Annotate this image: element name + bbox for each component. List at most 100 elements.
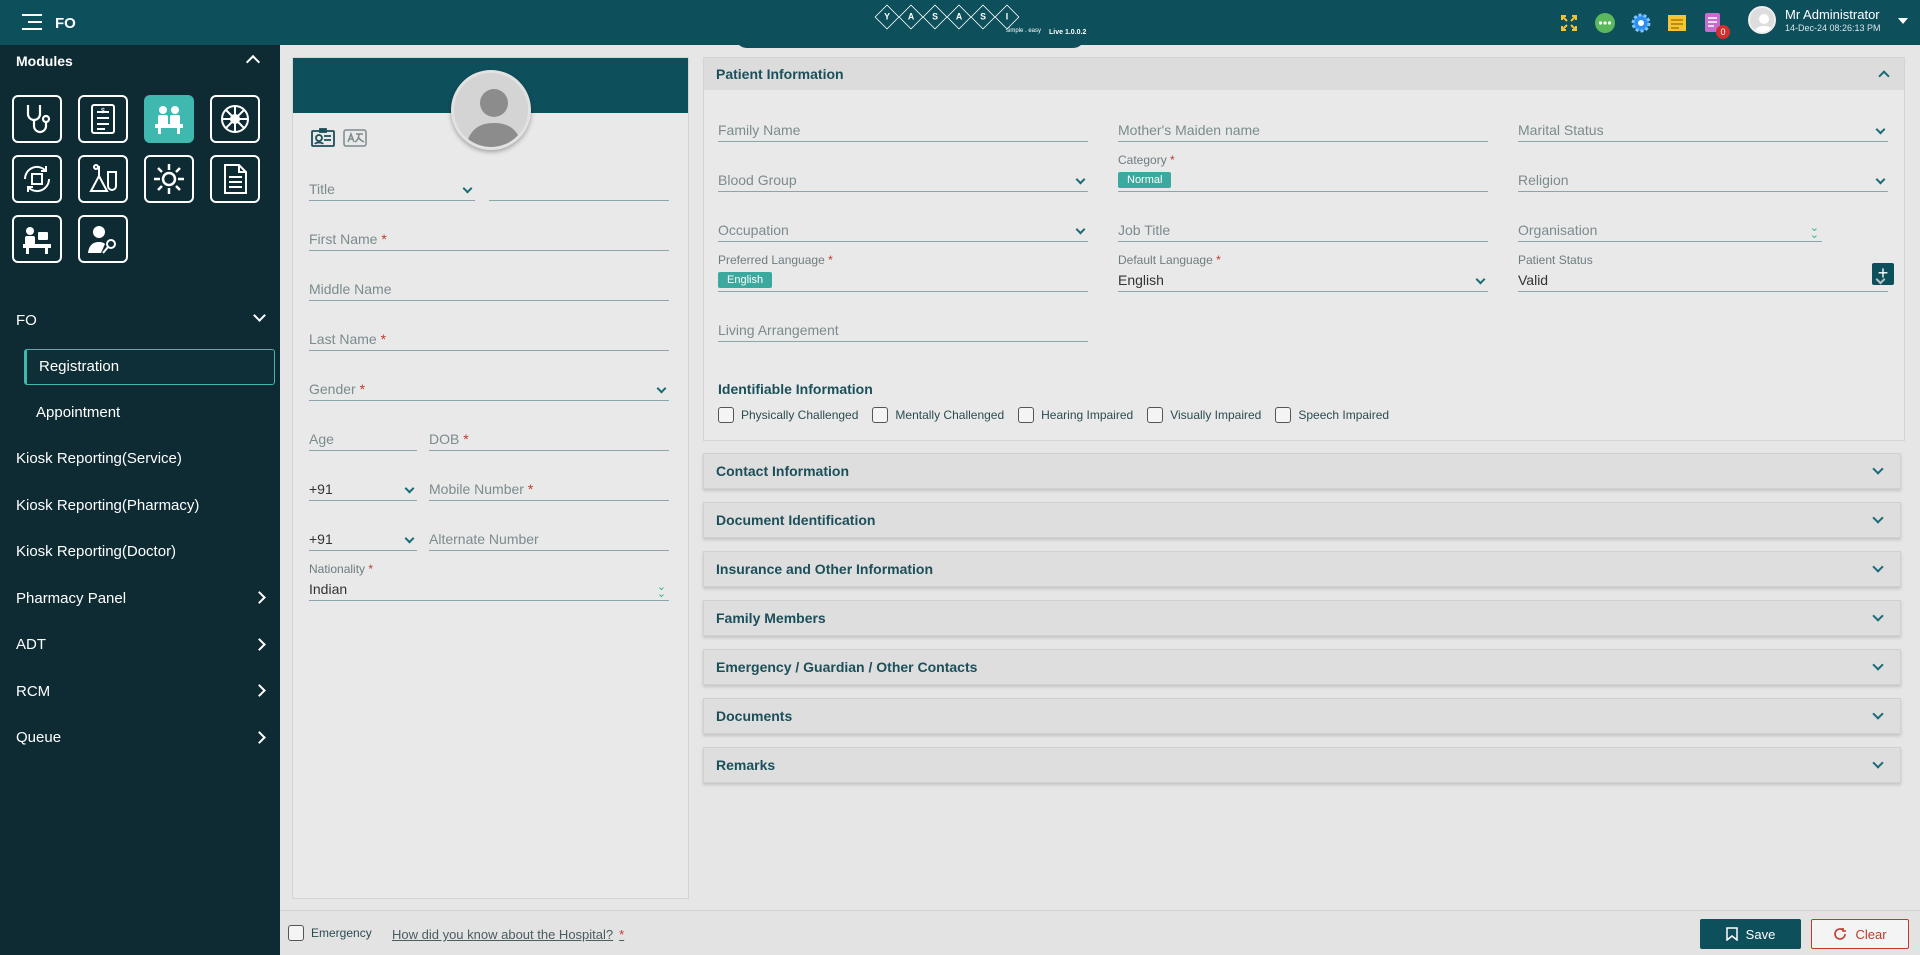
sidebar-item-kiosk-pharmacy[interactable]: Kiosk Reporting(Pharmacy) [0, 482, 280, 529]
family-name-input[interactable]: Family Name [718, 120, 1088, 142]
svg-text:$: $ [101, 108, 105, 115]
sidebar-item-appointment[interactable]: Appointment [0, 390, 280, 436]
middle-name-input[interactable]: Middle Name [309, 279, 669, 301]
chevron-down-icon [1872, 561, 1884, 573]
save-button[interactable]: Save [1700, 919, 1801, 949]
last-name-input[interactable]: Last Name * [309, 329, 669, 351]
nurse-desk-icon[interactable] [12, 215, 62, 263]
sidebar-item-registration[interactable]: Registration [24, 348, 275, 385]
chevron-down-icon [404, 533, 415, 544]
dob-input[interactable]: DOB * [429, 429, 669, 451]
section-document-identification[interactable]: Document Identification [703, 502, 1901, 538]
checkbox-speech-impaired[interactable]: Speech Impaired [1275, 407, 1389, 423]
chevron-down-icon [1075, 174, 1086, 185]
mobile-number-input[interactable]: Mobile Number * [429, 479, 669, 501]
section-remarks[interactable]: Remarks [703, 747, 1901, 783]
sidebar-item-kiosk-doctor[interactable]: Kiosk Reporting(Doctor) [0, 529, 280, 576]
document-icon[interactable] [210, 155, 260, 203]
chevron-down-icon [1875, 124, 1886, 135]
sidebar-item-kiosk-service[interactable]: Kiosk Reporting(Service) [0, 436, 280, 483]
alternate-number-input[interactable]: Alternate Number [429, 529, 669, 551]
user-key-icon[interactable] [78, 215, 128, 263]
clear-button[interactable]: Clear [1811, 919, 1909, 949]
refresh-box-icon[interactable] [12, 155, 62, 203]
title-select[interactable]: Title [309, 179, 475, 201]
first-name-input[interactable]: First Name * [309, 229, 669, 251]
sticky-note-icon[interactable] [1666, 12, 1688, 34]
stethoscope-icon[interactable] [12, 95, 62, 143]
chevron-up-icon[interactable] [245, 54, 261, 70]
logo-tagline: simple . easy [1006, 28, 1042, 34]
checkbox-mentally-challenged[interactable]: Mentally Challenged [872, 407, 1004, 423]
alternate-country-code-select[interactable]: +91 [309, 529, 417, 551]
sidebar-item-rcm[interactable]: RCM [0, 668, 280, 715]
section-family-members[interactable]: Family Members [703, 600, 1901, 636]
mothers-maiden-name-input[interactable]: Mother's Maiden name [1118, 120, 1488, 142]
mobile-country-code-select[interactable]: +91 [309, 479, 417, 501]
settings-gear-icon[interactable] [1630, 12, 1652, 34]
sidebar-group-fo[interactable]: FO [0, 297, 280, 344]
blood-group-select[interactable]: Blood Group [718, 170, 1088, 192]
user-name: Mr Administrator [1785, 7, 1880, 22]
chevron-down-icon [462, 183, 473, 194]
translate-icon[interactable] [343, 128, 367, 153]
sidebar-item-pharmacy-panel[interactable]: Pharmacy Panel [0, 575, 280, 622]
chat-icon[interactable] [1594, 12, 1616, 34]
id-card-icon[interactable] [311, 128, 335, 153]
referral-source-link[interactable]: How did you know about the Hospital? * [392, 927, 624, 942]
datetime: 14-Dec-24 08:26:13 PM [1785, 23, 1881, 33]
section-documents[interactable]: Documents [703, 698, 1901, 734]
module-grid: $ [12, 95, 260, 263]
default-language-select[interactable]: Default Language * English [1118, 253, 1488, 292]
category-select[interactable]: Category * Normal [1118, 153, 1488, 192]
wheel-icon[interactable] [210, 95, 260, 143]
organisation-select[interactable]: Organisation ⌄ ⌄ [1518, 220, 1822, 242]
title-extra-input[interactable] [489, 179, 669, 201]
patient-status-select[interactable]: Patient Status Valid [1518, 253, 1888, 292]
patient-photo[interactable] [451, 70, 531, 150]
job-title-input[interactable]: Job Title [1118, 220, 1488, 242]
footer-bar: Emergency How did you know about the Hos… [280, 910, 1920, 955]
sidebar-item-queue[interactable]: Queue [0, 715, 280, 762]
chevron-down-icon [253, 309, 266, 322]
user-caret-icon[interactable] [1898, 18, 1908, 24]
checkbox-hearing-impaired[interactable]: Hearing Impaired [1018, 407, 1133, 423]
hamburger-menu-icon[interactable] [22, 14, 42, 30]
checkbox-visually-impaired[interactable]: Visually Impaired [1147, 407, 1261, 423]
occupation-select[interactable]: Occupation [718, 220, 1088, 242]
front-office-icon[interactable] [144, 95, 194, 143]
section-emergency-contacts[interactable]: Emergency / Guardian / Other Contacts [703, 649, 1901, 685]
sidebar-item-adt[interactable]: ADT [0, 622, 280, 669]
gender-select[interactable]: Gender * [309, 379, 669, 401]
double-chevron-down-icon: ⌄ ⌄ [1809, 222, 1819, 241]
category-chip[interactable]: Normal [1118, 172, 1172, 188]
religion-select[interactable]: Religion [1518, 170, 1888, 192]
chevron-right-icon [253, 730, 266, 744]
chevron-down-icon [1872, 463, 1884, 475]
preferred-language-chip[interactable]: English [718, 272, 773, 288]
app-logo: Y A S A S I simple . easy Live 1.0.0.2 [874, 4, 1096, 40]
emergency-checkbox[interactable]: Emergency [288, 925, 372, 941]
section-insurance[interactable]: Insurance and Other Information [703, 551, 1901, 587]
age-input[interactable]: Age [309, 429, 417, 451]
chevron-down-icon [1872, 708, 1884, 720]
expand-icon[interactable] [1558, 12, 1580, 34]
living-arrangement-input[interactable]: Living Arrangement [718, 320, 1088, 342]
notification-doc-icon[interactable]: 0 [1702, 12, 1730, 39]
user-menu[interactable]: Mr Administrator 14-Dec-24 08:26:13 PM [1748, 6, 1908, 34]
double-chevron-down-icon: ⌄ ⌄ [656, 581, 666, 600]
modules-title: Modules [16, 53, 73, 69]
checkbox-physically-challenged[interactable]: Physically Challenged [718, 407, 858, 423]
version-label: Live 1.0.0.2 [1049, 29, 1087, 36]
chevron-right-icon [253, 591, 266, 604]
section-contact-information[interactable]: Contact Information [703, 453, 1901, 489]
settings-icon[interactable] [144, 155, 194, 203]
preferred-language-select[interactable]: Preferred Language * English [718, 253, 1088, 292]
marital-status-select[interactable]: Marital Status [1518, 120, 1888, 142]
chevron-down-icon [656, 383, 667, 394]
patient-information-header[interactable]: Patient Information [704, 58, 1904, 90]
notification-count-badge: 0 [1716, 25, 1730, 39]
lab-flask-icon[interactable] [78, 155, 128, 203]
nationality-select[interactable]: Nationality * Indian ⌄ ⌄ [309, 562, 669, 601]
billing-receipt-icon[interactable]: $ [78, 95, 128, 143]
